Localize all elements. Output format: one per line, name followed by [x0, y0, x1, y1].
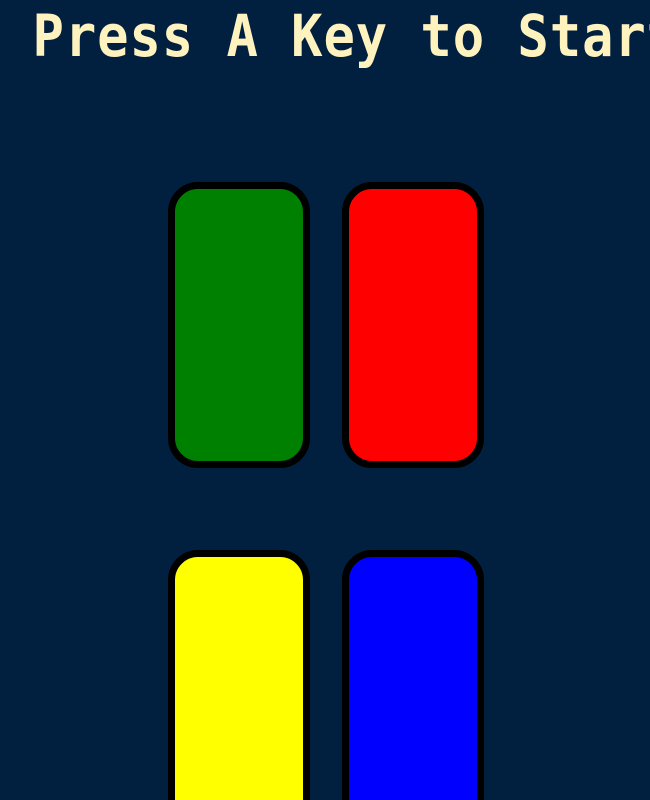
blue-button[interactable] — [342, 550, 484, 800]
game-board: Press A Key to Start — [0, 0, 650, 800]
green-button[interactable] — [168, 182, 310, 468]
yellow-button[interactable] — [168, 550, 310, 800]
level-title: Press A Key to Start — [32, 2, 650, 70]
red-button[interactable] — [342, 182, 484, 468]
